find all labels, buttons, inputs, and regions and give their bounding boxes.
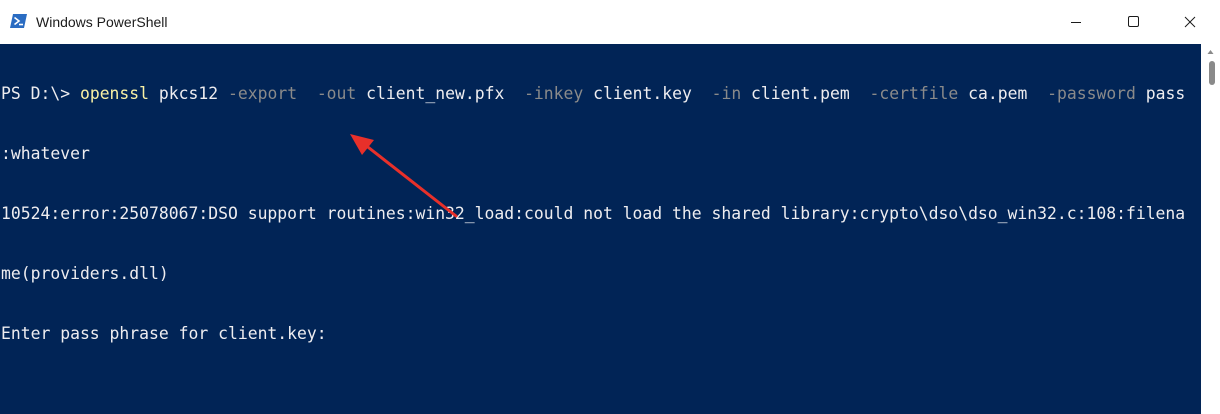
powershell-icon [10,12,28,30]
command-line: PS D:\> openssl pkcs12 -export -out clie… [0,84,1201,104]
vertical-scrollbar[interactable] [1201,44,1220,414]
minimize-icon [1071,22,1081,23]
prompt: PS D:\> [1,84,80,103]
close-icon [1184,16,1196,28]
command-argument: pkcs12 [149,84,228,103]
title-bar[interactable]: Windows PowerShell [0,0,1220,44]
passphrase-prompt: Enter pass phrase for client.key: [1,324,327,343]
powershell-window: Windows PowerShell PS D:\> openssl pkcs1… [0,0,1220,414]
scrollbar-thumb[interactable] [1209,61,1215,85]
command-argument: client.pem [741,84,870,103]
command-parameter: -certfile [869,84,959,103]
command-parameter: -in [711,84,742,103]
command-argument: ca.pem [958,84,1048,103]
minimize-button[interactable] [1047,0,1105,44]
command-argument: pass [1135,84,1186,103]
command-argument: client_new.pfx [356,84,525,103]
console-output[interactable]: PS D:\> openssl pkcs12 -export -out clie… [0,44,1201,414]
maximize-icon [1128,16,1139,27]
scroll-up-arrow-icon[interactable] [1201,44,1220,60]
command-parameter: -export [227,84,298,103]
command-argument [297,84,317,103]
command-parameter: -inkey [524,84,584,103]
close-button[interactable] [1162,0,1220,44]
maximize-button[interactable] [1105,0,1163,44]
command-argument: client.key [583,84,712,103]
error-message: 10524:error:25078067:DSO support routine… [1,204,1186,223]
error-message-continuation: me(providers.dll) [1,264,169,283]
command-continuation: :whatever [1,144,90,163]
command-parameter: -password [1047,84,1136,103]
window-title: Windows PowerShell [36,14,168,30]
command-name: openssl [79,84,150,103]
command-parameter: -out [316,84,357,103]
